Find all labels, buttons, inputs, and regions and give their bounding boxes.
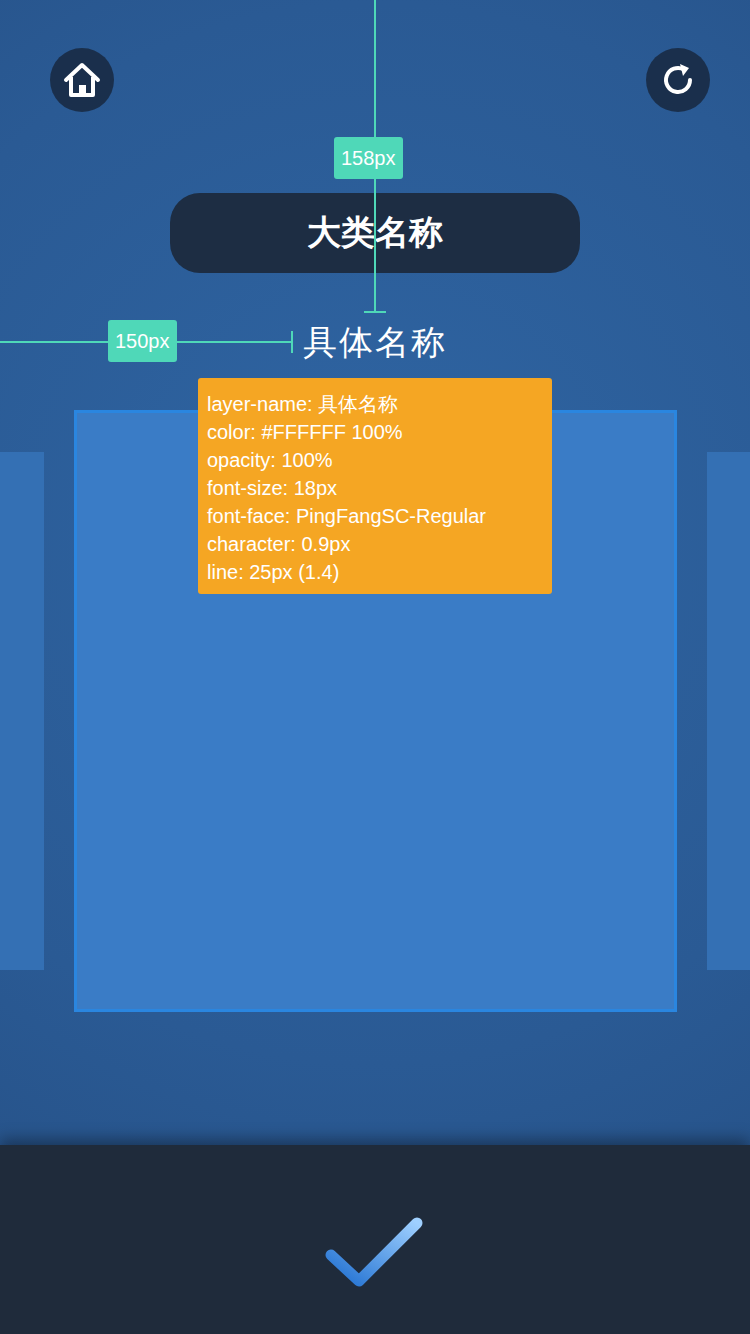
annotation-line: font-face: PingFangSC-Regular — [207, 502, 543, 530]
item-card[interactable] — [707, 452, 750, 970]
bottom-bar — [0, 1145, 750, 1334]
measure-tick — [364, 311, 386, 313]
annotation-line: layer-name: 具体名称 — [207, 390, 543, 418]
refresh-button[interactable] — [646, 48, 710, 112]
measure-label: 150px — [108, 320, 177, 362]
home-button[interactable] — [50, 48, 114, 112]
game-screen: 大类名称具体名称158px150pxlayer-name: 具体名称color:… — [0, 0, 750, 1334]
item-name: 具体名称 — [303, 317, 446, 367]
measure-tick — [291, 331, 293, 353]
refresh-icon — [656, 58, 700, 102]
annotation-line: opacity: 100% — [207, 446, 543, 474]
confirm-button[interactable] — [325, 1215, 425, 1294]
measure-label: 158px — [334, 137, 403, 179]
annotation-line: font-size: 18px — [207, 474, 543, 502]
annotation-line: character: 0.9px — [207, 530, 543, 558]
item-card[interactable] — [0, 452, 44, 970]
annotation-tooltip: layer-name: 具体名称color: #FFFFFF 100%opaci… — [198, 378, 552, 594]
annotation-line: line: 25px (1.4) — [207, 558, 543, 586]
check-icon — [325, 1215, 425, 1291]
annotation-line: color: #FFFFFF 100% — [207, 418, 543, 446]
home-icon — [60, 58, 104, 102]
